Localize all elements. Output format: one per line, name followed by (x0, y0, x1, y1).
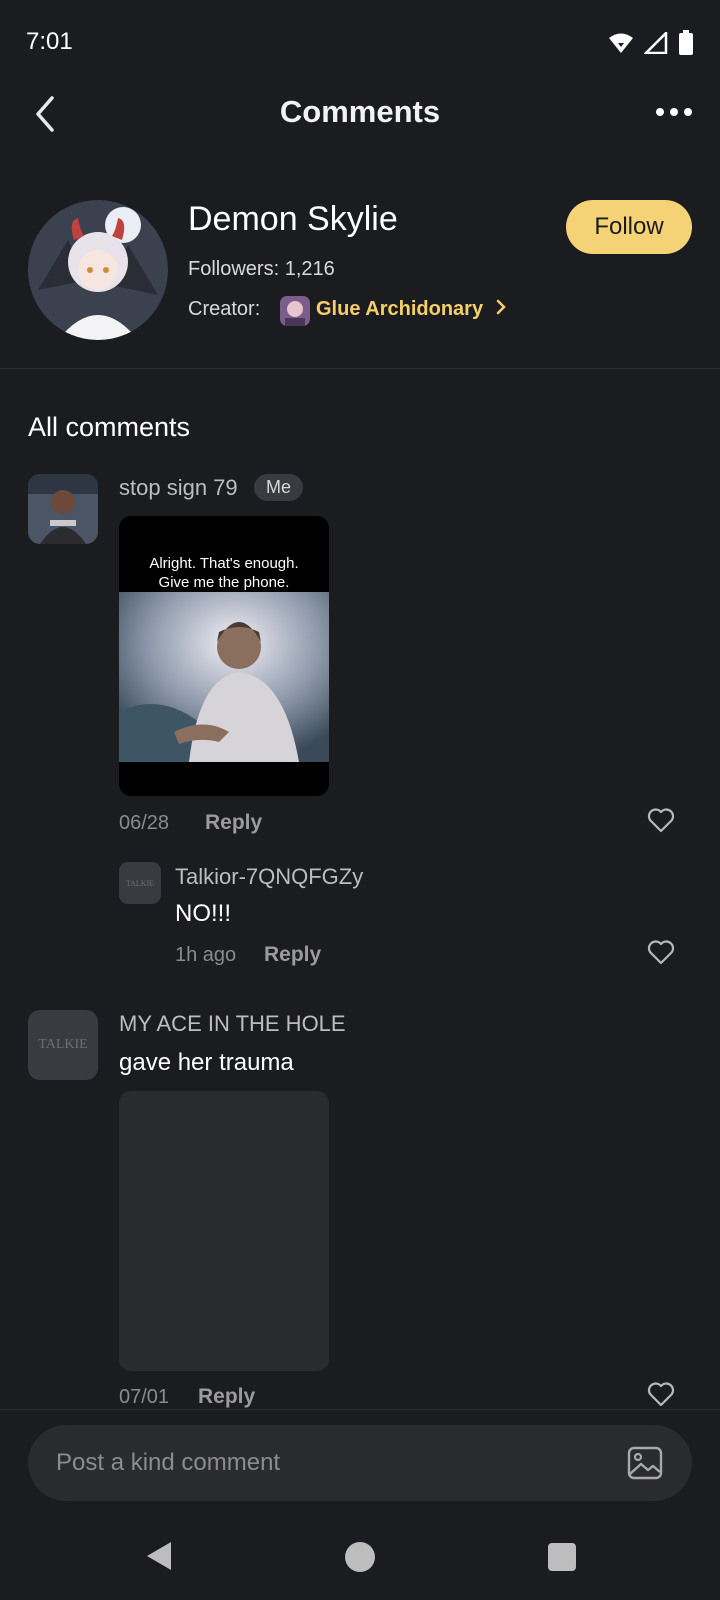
me-badge: Me (254, 474, 304, 501)
reply-text: NO!!! (175, 900, 232, 927)
comment-date: 07/01 (119, 1386, 170, 1408)
image-photo (119, 592, 329, 762)
battery-icon (679, 30, 693, 55)
character-name: Demon Skylie (188, 200, 398, 238)
reply-username: Talkior-7QNQFGZy (175, 864, 364, 889)
reply-button[interactable]: Reply (205, 811, 262, 835)
comment-input[interactable] (28, 1425, 692, 1501)
creator-link[interactable]: Glue Archidonary (316, 298, 507, 321)
heart-icon (647, 940, 675, 965)
avatar-logo-text: TALKIE (38, 1037, 88, 1052)
heart-icon (647, 1382, 675, 1407)
more-horizontal-icon (656, 108, 692, 116)
section-title: All comments (28, 412, 191, 442)
like-button[interactable] (647, 1381, 675, 1407)
status-icons (608, 30, 694, 56)
status-time: 7:01 (26, 28, 73, 55)
creator-avatar[interactable] (280, 296, 310, 326)
reply-date: 1h ago (175, 944, 237, 966)
comment-text: gave her trauma (119, 1049, 294, 1076)
reply-button[interactable]: Reply (264, 943, 321, 967)
reply-avatar[interactable]: TALKIE (119, 862, 161, 904)
avatar-logo-text: TALKIE (125, 878, 155, 888)
chevron-right-icon (496, 299, 506, 315)
comment-avatar[interactable]: TALKIE (28, 1010, 98, 1080)
comment-image[interactable]: Alright. That's enough. Give me the phon… (119, 516, 329, 796)
creator-label: Creator: (188, 298, 261, 320)
divider (0, 368, 720, 369)
reply-button[interactable]: Reply (198, 1385, 255, 1409)
nav-recents-button[interactable] (548, 1543, 576, 1571)
character-avatar[interactable] (28, 200, 168, 340)
image-icon (627, 1446, 663, 1480)
followers-count: Followers: 1,216 (188, 258, 335, 280)
comment-image-placeholder[interactable] (119, 1091, 329, 1371)
nav-home-button[interactable] (345, 1542, 375, 1572)
page-title: Comments (279, 94, 441, 129)
wifi-icon (609, 33, 633, 53)
comment-date: 06/28 (119, 812, 170, 834)
like-button[interactable] (647, 939, 675, 965)
creator-name: Glue Archidonary (316, 298, 484, 320)
like-button[interactable] (647, 807, 675, 833)
triangle-back-icon (147, 1542, 171, 1570)
signal-icon (644, 32, 668, 54)
attach-image-button[interactable] (626, 1444, 664, 1482)
input-divider (0, 1409, 720, 1410)
comment-username: stop sign 79 (119, 475, 238, 500)
image-caption: Alright. That's enough. Give me the phon… (149, 555, 299, 591)
comment-username: MY ACE IN THE HOLE (119, 1011, 346, 1036)
heart-icon (647, 808, 675, 833)
comment-avatar[interactable] (28, 474, 98, 544)
more-options-button[interactable] (654, 98, 694, 128)
follow-button[interactable]: Follow (566, 200, 692, 254)
nav-back-button[interactable] (144, 1540, 174, 1577)
